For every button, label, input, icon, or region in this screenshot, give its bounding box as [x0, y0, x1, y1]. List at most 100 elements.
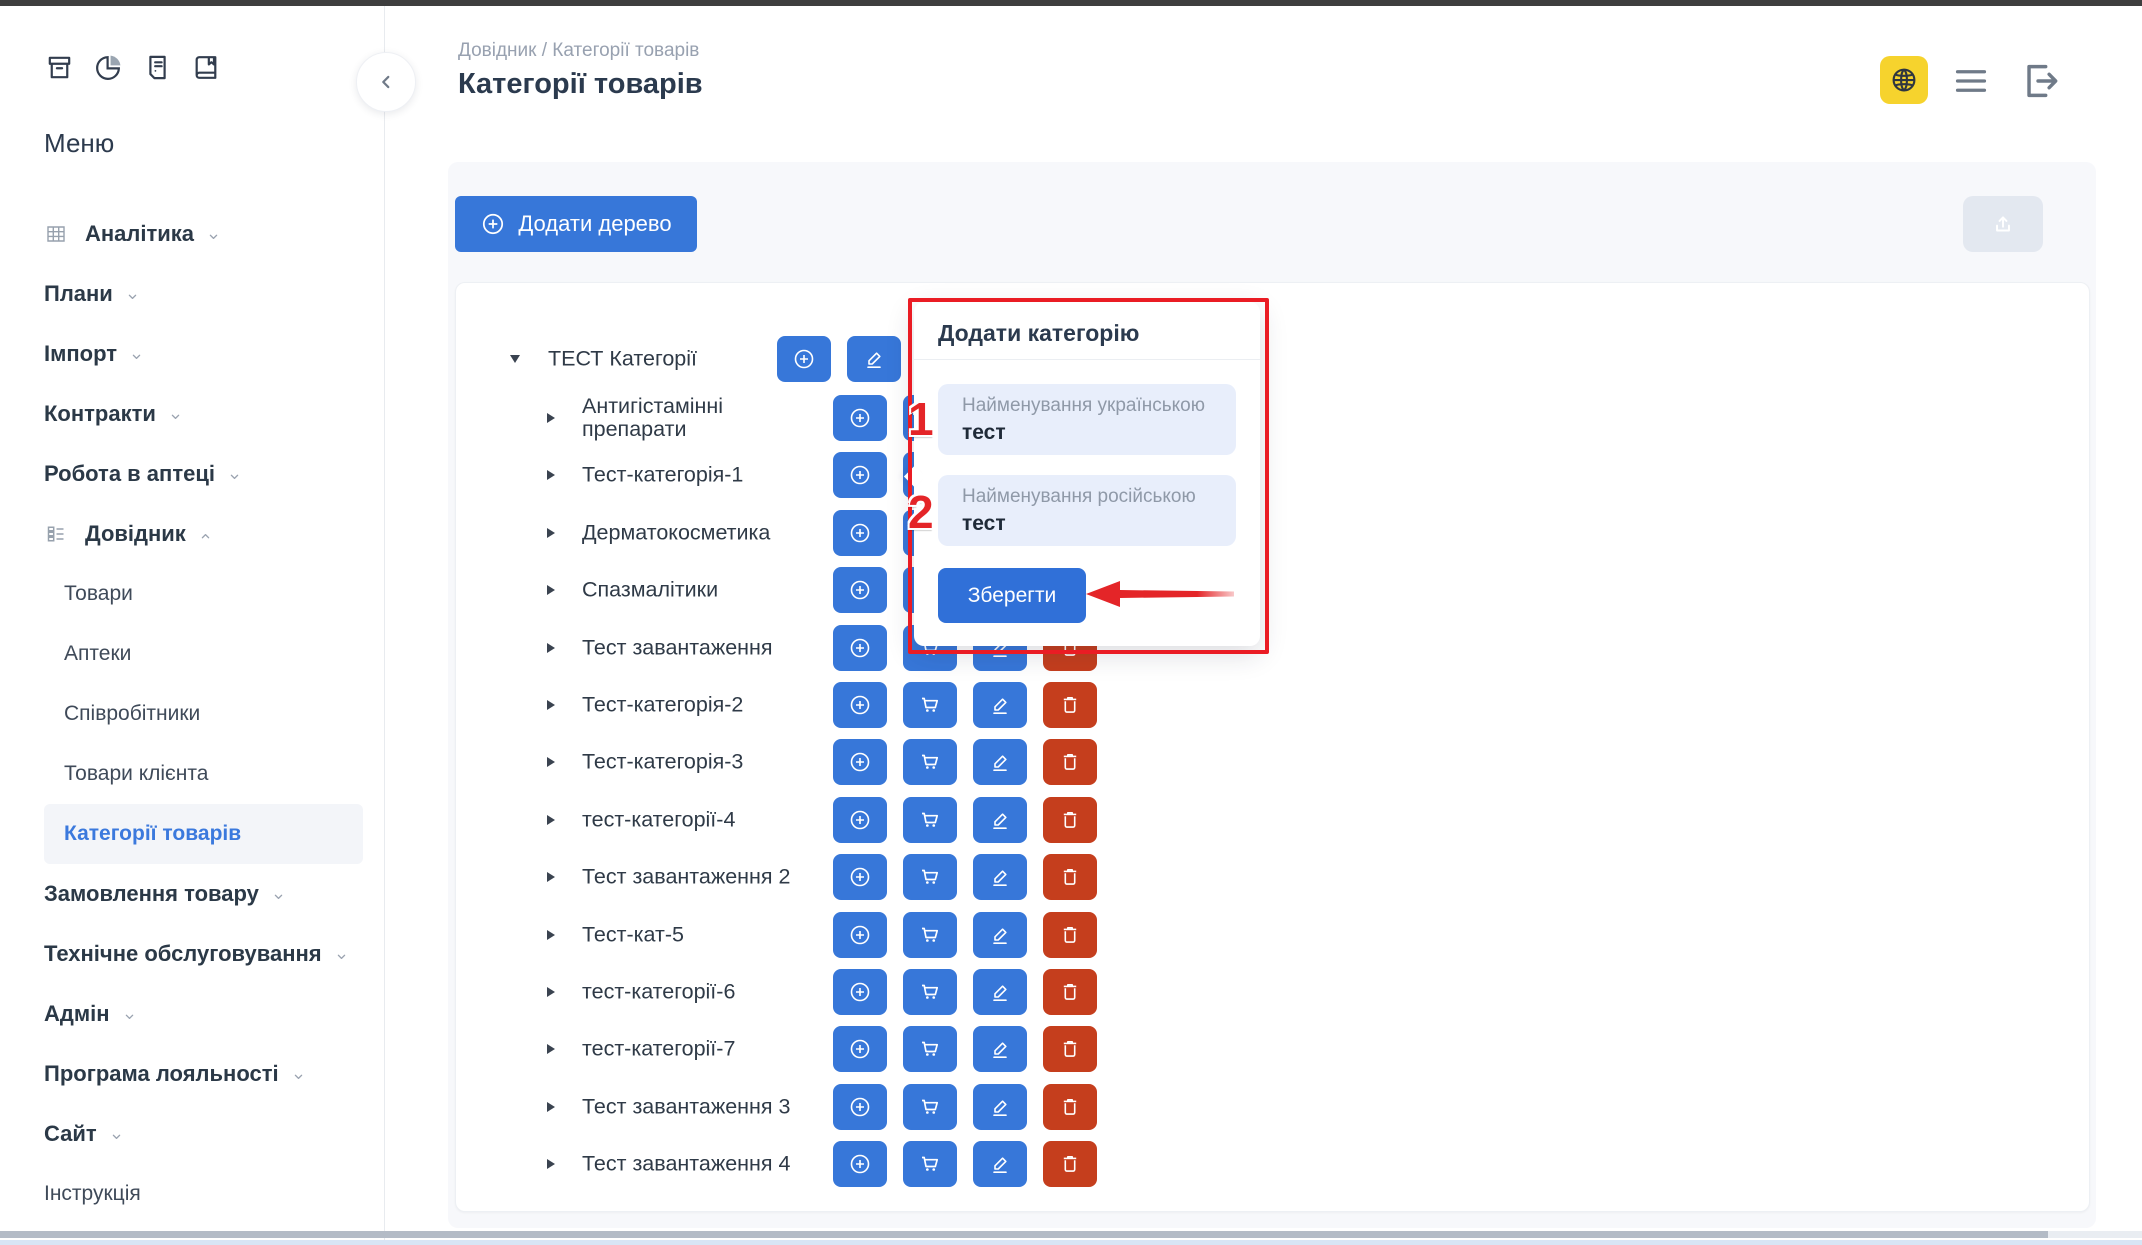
add-child-button[interactable]: [833, 395, 887, 441]
sidebar-item-employees[interactable]: Співробітники: [0, 684, 385, 744]
delete-button[interactable]: [1043, 797, 1097, 843]
edit-button[interactable]: [847, 336, 901, 382]
pie-chart-icon[interactable]: [93, 52, 124, 83]
edit-icon: [988, 980, 1012, 1004]
edit-button[interactable]: [973, 854, 1027, 900]
sidebar-item-admin[interactable]: Адмін: [0, 984, 385, 1044]
edit-button[interactable]: [973, 1141, 1027, 1187]
add-icon: [848, 1095, 872, 1119]
expand-arrow-icon[interactable]: [547, 470, 555, 480]
add-child-button[interactable]: [777, 336, 831, 382]
sidebar-item-contracts[interactable]: Контракти: [0, 384, 385, 444]
menu-icon[interactable]: [1948, 64, 1994, 98]
add-child-button[interactable]: [833, 452, 887, 498]
add-child-button[interactable]: [833, 682, 887, 728]
add-child-button[interactable]: [833, 625, 887, 671]
sidebar-item-pharmacy-work[interactable]: Робота в аптеці: [0, 444, 385, 504]
cart-button[interactable]: [903, 1026, 957, 1072]
add-child-button[interactable]: [833, 1141, 887, 1187]
add-child-button[interactable]: [833, 1084, 887, 1130]
sidebar-collapse-button[interactable]: [356, 52, 416, 112]
add-child-button[interactable]: [833, 797, 887, 843]
delete-button[interactable]: [1043, 854, 1097, 900]
archive-icon[interactable]: [44, 52, 75, 83]
edit-icon: [988, 1095, 1012, 1119]
add-icon: [848, 808, 872, 832]
sidebar-item-import[interactable]: Імпорт: [0, 324, 385, 384]
add-child-button[interactable]: [833, 912, 887, 958]
expand-arrow-icon[interactable]: [547, 872, 555, 882]
cart-button[interactable]: [903, 969, 957, 1015]
logout-icon[interactable]: [2016, 58, 2062, 104]
sidebar-item-label: Інструкція: [44, 1182, 141, 1206]
delete-button[interactable]: [1043, 682, 1097, 728]
sidebar: Меню Аналітика Плани Імпорт Контракти Ро…: [0, 6, 385, 1245]
delete-button[interactable]: [1043, 969, 1097, 1015]
expand-arrow-icon[interactable]: [547, 987, 555, 997]
save-button[interactable]: Зберегти: [938, 568, 1086, 623]
expand-arrow-icon[interactable]: [547, 643, 555, 653]
edit-button[interactable]: [973, 682, 1027, 728]
expand-arrow-icon[interactable]: [547, 1159, 555, 1169]
cart-button[interactable]: [903, 1141, 957, 1187]
add-tree-button[interactable]: Додати дерево: [455, 196, 697, 252]
expand-arrow-icon[interactable]: [547, 815, 555, 825]
expand-arrow-icon[interactable]: [547, 1102, 555, 1112]
add-icon: [848, 693, 872, 717]
edit-button[interactable]: [973, 1084, 1027, 1130]
name-uk-input[interactable]: Найменування українською тест: [938, 384, 1236, 455]
row-actions: [833, 1141, 1097, 1187]
expand-arrow-icon[interactable]: [547, 700, 555, 710]
sidebar-item-plans[interactable]: Плани: [0, 264, 385, 324]
add-child-button[interactable]: [833, 969, 887, 1015]
sidebar-item-instruction[interactable]: Інструкція: [0, 1164, 385, 1224]
edit-button[interactable]: [973, 912, 1027, 958]
sidebar-item-product-categories[interactable]: Категорії товарів: [44, 804, 363, 864]
delete-button[interactable]: [1043, 1026, 1097, 1072]
export-button[interactable]: [1963, 196, 2043, 252]
delete-button[interactable]: [1043, 739, 1097, 785]
cart-button[interactable]: [903, 682, 957, 728]
row-actions: [833, 1084, 1097, 1130]
edit-button[interactable]: [973, 969, 1027, 1015]
expand-arrow-icon[interactable]: [547, 413, 555, 423]
cart-button[interactable]: [903, 1084, 957, 1130]
expand-arrow-icon[interactable]: [547, 757, 555, 767]
delete-button[interactable]: [1043, 1141, 1097, 1187]
cart-button[interactable]: [903, 797, 957, 843]
add-child-button[interactable]: [833, 1026, 887, 1072]
edit-button[interactable]: [973, 1026, 1027, 1072]
edit-icon: [988, 808, 1012, 832]
cart-button[interactable]: [903, 739, 957, 785]
sidebar-item-pharmacies[interactable]: Аптеки: [0, 624, 385, 684]
collapse-arrow-icon[interactable]: [510, 355, 520, 363]
sidebar-item-directory[interactable]: Довідник: [0, 504, 385, 564]
add-child-button[interactable]: [833, 567, 887, 613]
sidebar-item-loyalty-program[interactable]: Програма лояльності: [0, 1044, 385, 1104]
expand-arrow-icon[interactable]: [547, 1044, 555, 1054]
name-ru-input[interactable]: Найменування російською тест: [938, 475, 1236, 546]
expand-arrow-icon[interactable]: [547, 528, 555, 538]
delete-button[interactable]: [1043, 912, 1097, 958]
add-child-button[interactable]: [833, 854, 887, 900]
add-child-button[interactable]: [833, 739, 887, 785]
expand-arrow-icon[interactable]: [547, 585, 555, 595]
edit-button[interactable]: [973, 797, 1027, 843]
edit-button[interactable]: [973, 739, 1027, 785]
language-button[interactable]: [1880, 56, 1928, 104]
expand-arrow-icon[interactable]: [547, 930, 555, 940]
sidebar-item-client-products[interactable]: Товари клієнта: [0, 744, 385, 804]
sidebar-item-site[interactable]: Сайт: [0, 1104, 385, 1164]
sidebar-item-products[interactable]: Товари: [0, 564, 385, 624]
sidebar-item-maintenance[interactable]: Технічне обслуговування: [0, 924, 385, 984]
horizontal-scrollbar-thumb[interactable]: [0, 1231, 2048, 1238]
cart-button[interactable]: [903, 912, 957, 958]
document-icon[interactable]: [142, 52, 173, 83]
cart-button[interactable]: [903, 854, 957, 900]
edit-icon: [988, 1037, 1012, 1061]
sidebar-item-product-order[interactable]: Замовлення товару: [0, 864, 385, 924]
add-child-button[interactable]: [833, 510, 887, 556]
sidebar-item-analytics[interactable]: Аналітика: [0, 204, 385, 264]
delete-button[interactable]: [1043, 1084, 1097, 1130]
book-icon[interactable]: [191, 52, 222, 83]
